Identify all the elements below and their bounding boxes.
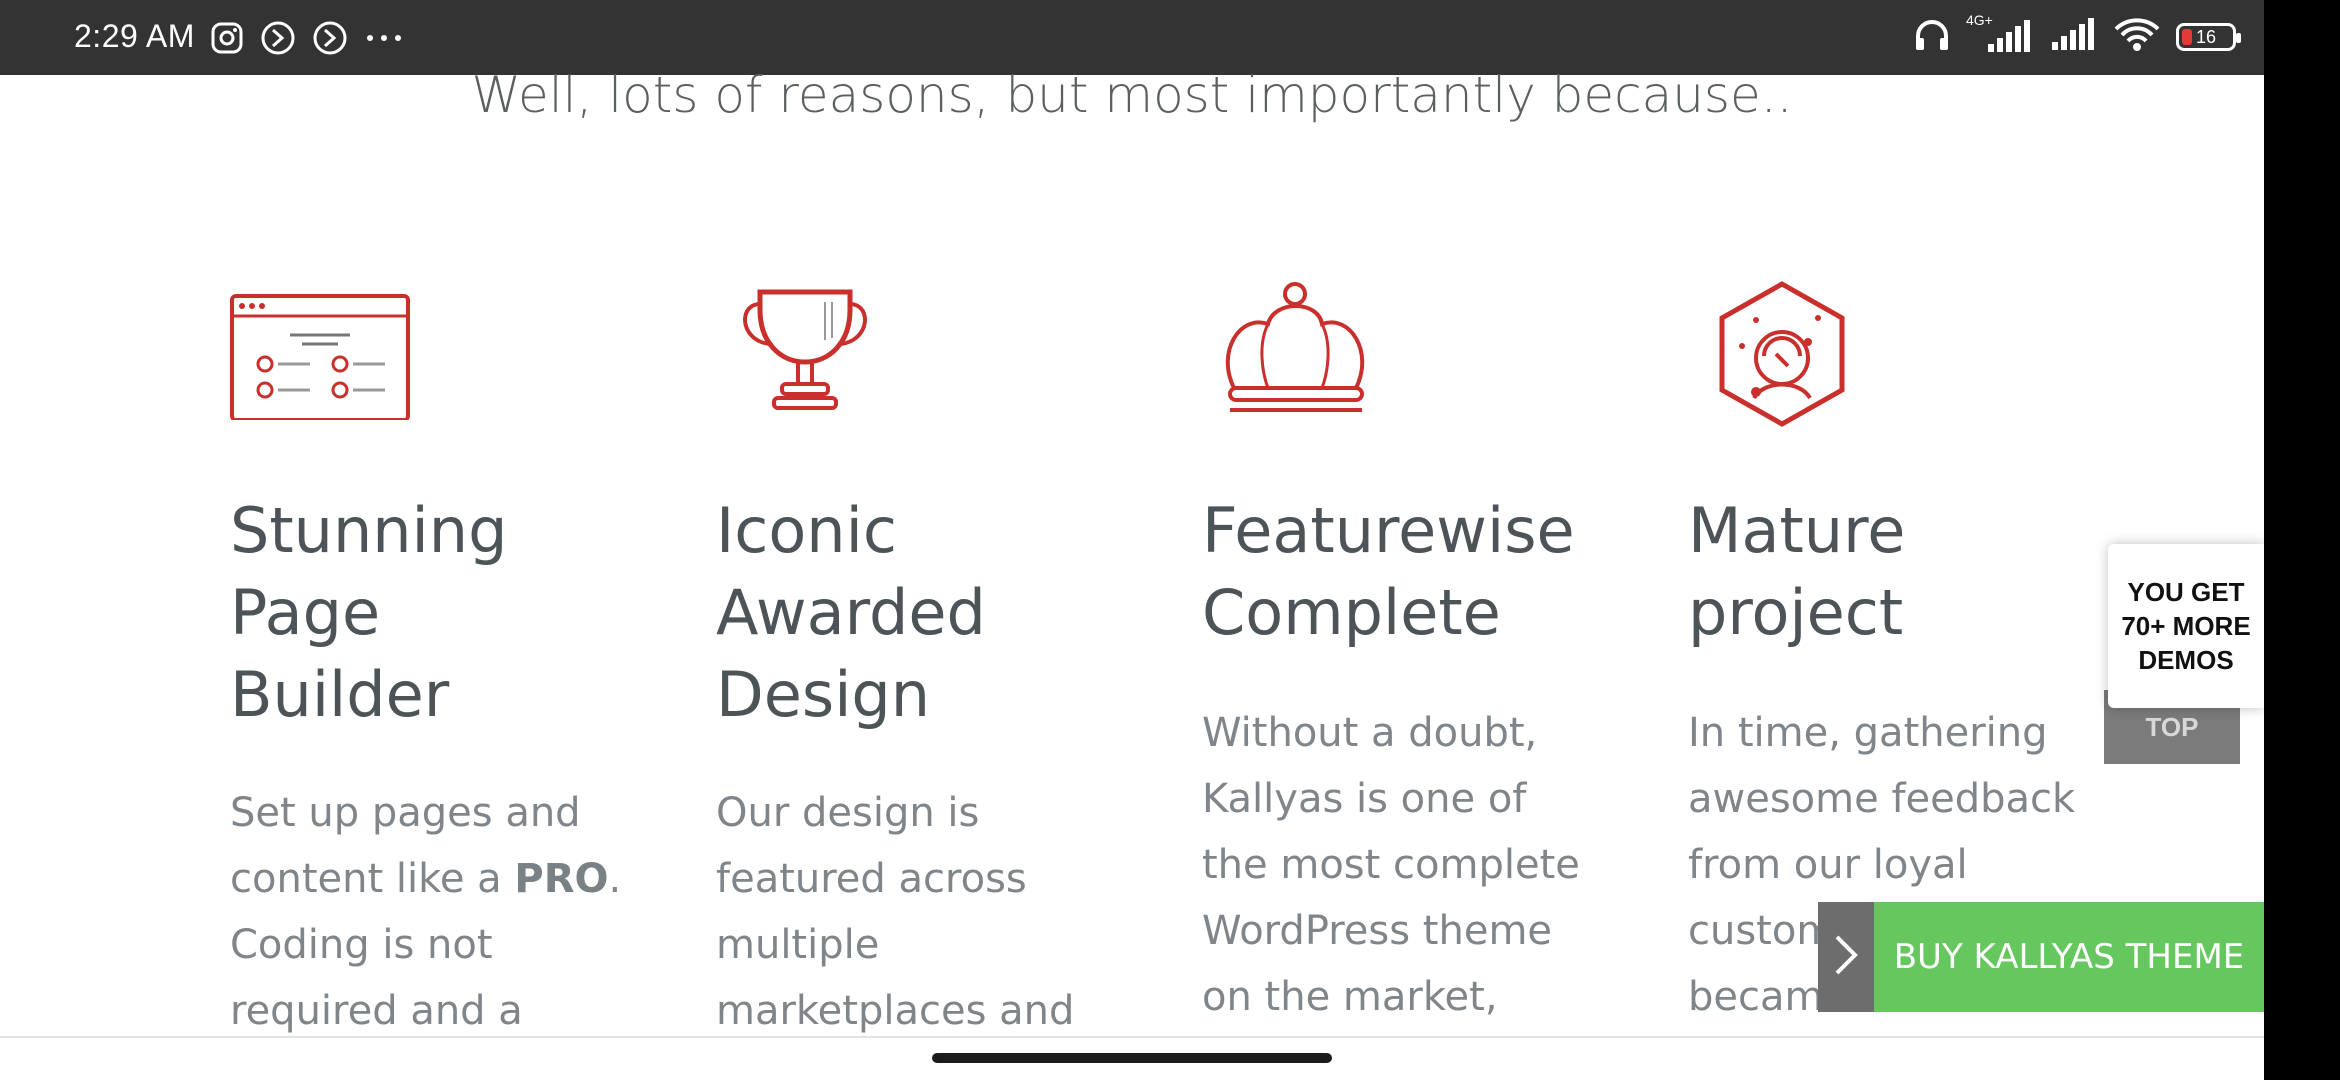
- feature-desc: Our design is featured across multiple m…: [716, 780, 1136, 1044]
- feature-title: Featurewise Complete: [1202, 490, 1575, 654]
- feature-title: Mature project: [1688, 490, 1905, 654]
- bottom-divider: [0, 1036, 2264, 1038]
- feature-title-line: Iconic: [716, 494, 897, 567]
- desc-line: WordPress theme: [1202, 908, 1553, 954]
- feature-title-line: Design: [716, 658, 931, 731]
- feature-title-line: project: [1688, 576, 1904, 649]
- feature-title-line: Awarded: [716, 576, 986, 649]
- feature-title-line: Builder: [230, 658, 450, 731]
- desc-line: the most complete: [1202, 842, 1580, 888]
- desc-line: on the market,: [1202, 974, 1498, 1020]
- feature-title-line: Featurewise: [1202, 494, 1575, 567]
- desc-line: awesome feedback: [1688, 776, 2076, 822]
- desc-line: marketplaces and: [716, 988, 1075, 1034]
- crown-icon: [1222, 280, 1372, 430]
- more-demos-card[interactable]: YOU GET 70+ MORE DEMOS: [2108, 544, 2264, 708]
- chevron-right-icon: [1831, 933, 1861, 981]
- feature-desc: Without a doubt, Kallyas is one of the m…: [1202, 700, 1622, 1030]
- buy-theme-bar[interactable]: BUY KALLYAS THEME: [1818, 902, 2264, 1012]
- buy-label: BUY KALLYAS THEME: [1893, 937, 2245, 977]
- demos-text: YOU GET 70+ MORE DEMOS: [2121, 575, 2250, 677]
- desc-line: Set up pages and: [230, 790, 581, 836]
- desc-strong: PRO: [514, 856, 609, 902]
- desc-line: multiple: [716, 922, 880, 968]
- feature-title: Iconic Awarded Design: [716, 490, 986, 736]
- to-top-label: TOP: [2145, 711, 2199, 742]
- desc-line: content like a PRO.: [230, 846, 650, 912]
- page-builder-icon: [230, 280, 410, 430]
- desc-line: featured across: [716, 856, 1027, 902]
- desc-line: Our design is: [716, 790, 980, 836]
- feature-title-line: Complete: [1202, 576, 1501, 649]
- desc-line: Without a doubt,: [1202, 710, 1538, 756]
- desc-line: Kallyas is one of: [1202, 776, 1527, 822]
- screen: 2:29 AM 4G+ 16 Well, lots of reasons, bu…: [0, 0, 2264, 1080]
- desc-text: .: [608, 856, 622, 902]
- demos-line: YOU GET: [2127, 577, 2245, 607]
- battery-level: 16: [2195, 26, 2217, 47]
- demos-line: DEMOS: [2138, 645, 2234, 675]
- feature-desc: Set up pages and content like a PRO. Cod…: [230, 780, 650, 1044]
- desc-text: content like a: [230, 856, 515, 902]
- feature-title: Stunning Page Builder: [230, 490, 507, 736]
- home-indicator[interactable]: [932, 1053, 1332, 1063]
- demos-line: 70+ MORE: [2121, 611, 2251, 641]
- desc-line: In time, gathering: [1688, 710, 2048, 756]
- desc-line: required and a: [230, 988, 523, 1034]
- buy-kallyas-button[interactable]: BUY KALLYAS THEME: [1874, 902, 2264, 1012]
- astronaut-hexagon-icon: [1712, 280, 1862, 430]
- desc-line: Coding is not: [230, 922, 493, 968]
- feature-title-line: Page: [230, 576, 381, 649]
- trophy-icon: [730, 280, 880, 430]
- feature-title-line: Stunning: [230, 494, 508, 567]
- features-grid: Stunning Page Builder Set up pages and c…: [0, 0, 2264, 1040]
- desc-line: from our loyal: [1688, 842, 1968, 888]
- feature-title-line: Mature: [1688, 494, 1906, 567]
- buy-arrow-button[interactable]: [1818, 902, 1874, 1012]
